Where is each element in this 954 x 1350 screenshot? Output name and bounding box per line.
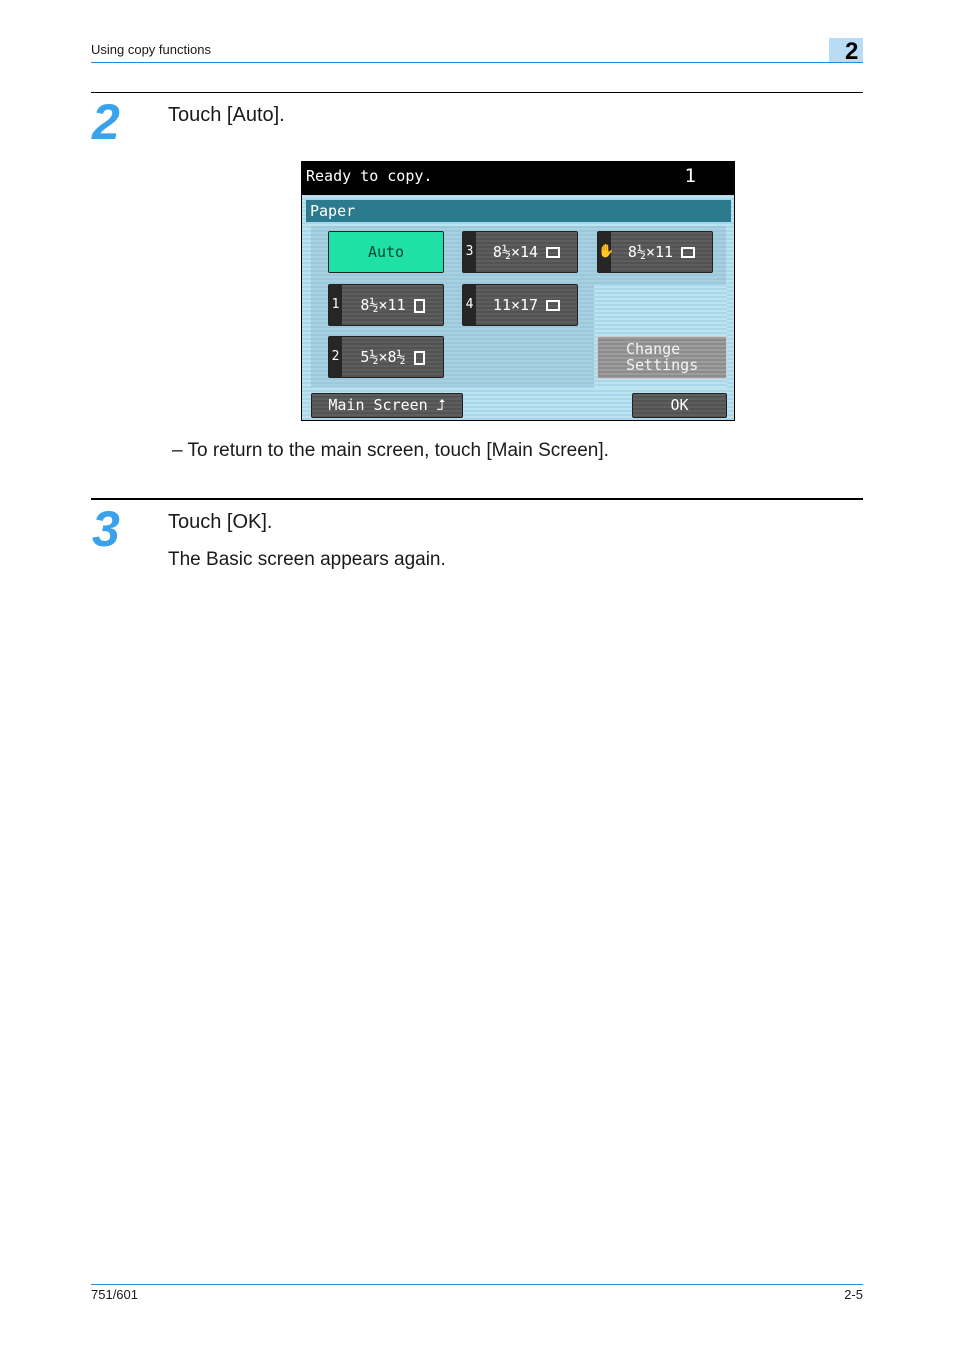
ok-button[interactable]: OK [632,393,727,418]
hand-icon: ✋ [598,232,614,272]
copier-touch-screen: Ready to copy. 1 Paper Auto 3 8½×14 ✋ 8½… [301,161,735,421]
copy-count: 1 [684,165,696,187]
change-settings-button[interactable]: Change Settings [597,336,727,379]
tray-number: 1 [329,285,342,325]
step-divider [91,92,863,93]
button-label: 8½×11 [627,243,674,261]
paper-tray-2-button[interactable]: 2 5½×8½ [328,336,444,378]
tray-number: 3 [463,232,476,272]
footer-divider [91,1284,863,1285]
button-label: 8½×14 [492,243,539,261]
landscape-paper-icon [546,300,561,311]
step-number: 3 [92,501,120,557]
button-label-line2: Settings [626,356,699,374]
paper-tray-4-button[interactable]: 4 11×17 [462,284,578,326]
model-number: 751/601 [91,1287,138,1302]
step-instruction: Touch [Auto]. [168,104,285,126]
step-number: 2 [92,94,120,150]
landscape-paper-icon [681,247,696,258]
paper-section-title: Paper [306,200,731,222]
status-message: Ready to copy. [306,167,433,185]
step-instruction: Touch [OK]. [168,511,273,533]
main-screen-button[interactable]: Main Screen ⮥ [311,393,463,418]
button-label: OK [670,396,689,414]
button-label: 11×17 [492,296,539,314]
return-arrow-icon: ⮥ [436,396,446,414]
paper-bypass-tray-button[interactable]: ✋ 8½×11 [597,231,713,273]
tray-number: 4 [463,285,476,325]
header-divider [91,62,863,63]
status-bar: Ready to copy. 1 [302,162,734,195]
section-title: Using copy functions [91,42,211,57]
tray-number: 2 [329,337,342,377]
portrait-paper-icon [413,298,425,313]
paper-auto-button[interactable]: Auto [328,231,444,273]
button-label: 5½×8½ [360,348,406,366]
step-result: The Basic screen appears again. [168,549,446,570]
button-label: Auto [367,243,405,261]
page-number: 2-5 [844,1287,863,1302]
landscape-paper-icon [546,247,561,258]
paper-tray-1-button[interactable]: 1 8½×11 [328,284,444,326]
step-divider [91,498,863,500]
portrait-paper-icon [413,350,425,365]
button-label: 8½×11 [360,296,406,314]
step-note: – To return to the main screen, touch [M… [172,440,609,461]
paper-tray-3-button[interactable]: 3 8½×14 [462,231,578,273]
button-label: Main Screen [328,396,428,414]
